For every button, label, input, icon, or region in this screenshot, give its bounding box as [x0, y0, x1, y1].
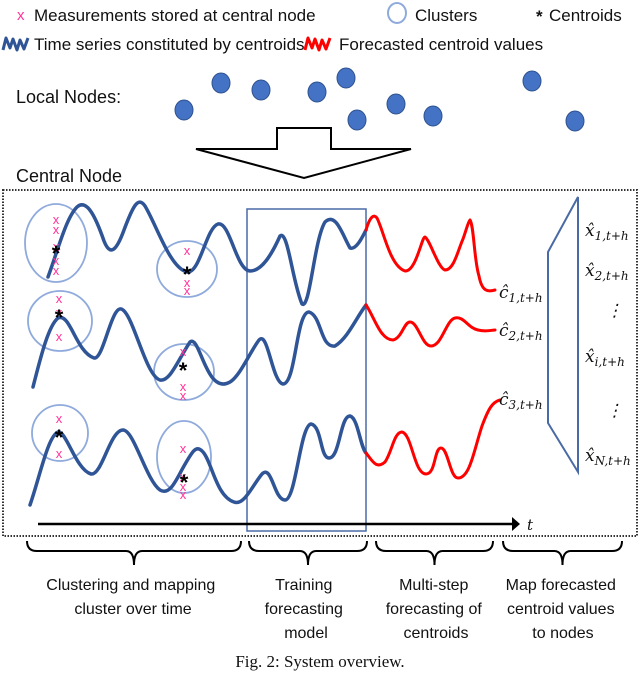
measurement-x: x	[180, 388, 187, 403]
local-node-dot	[211, 72, 231, 94]
measurement-x-icon: x	[17, 7, 25, 24]
mapping-trapezoid	[547, 196, 579, 476]
time-series	[28, 200, 368, 507]
legend-time-series-label: Time series constituted by centroids	[34, 35, 305, 54]
centroid-asterisk: *	[52, 241, 61, 266]
down-arrow-icon	[195, 127, 412, 180]
system-overview-figure: x Measurements stored at central node Cl…	[1, 2, 638, 671]
stage-label-mapping: Map forecasted centroid values to nodes	[506, 577, 621, 642]
centroid-asterisk: *	[183, 262, 192, 287]
measurement-x: x	[180, 344, 187, 359]
time-series-2	[31, 303, 368, 389]
legend-clusters-label: Clusters	[415, 6, 477, 25]
forecast-wave-icon	[303, 36, 332, 52]
legend-measurements-label: Measurements stored at central node	[34, 6, 316, 25]
node-output-2: x̂2,t+h	[585, 261, 629, 283]
measurement-x: x	[56, 291, 63, 306]
local-node-dot	[307, 81, 327, 103]
stage-labels: Clustering and mapping cluster over time…	[46, 577, 621, 642]
time-axis-label: t	[527, 516, 534, 534]
curly-brace	[502, 540, 623, 566]
centroid-asterisk: *	[180, 470, 189, 495]
node-output-i: x̂i,t+h	[585, 347, 625, 369]
stage-label-training: Training forecasting model	[265, 577, 348, 642]
central-node-label: Central Node	[16, 166, 122, 186]
local-node-dot	[174, 99, 194, 121]
measurement-x: x	[56, 329, 63, 344]
time-axis-arrowhead-icon	[512, 517, 520, 531]
curly-brace	[375, 540, 494, 566]
node-outputs: x̂1,t+h x̂2,t+h ⋮ x̂i,t+h ⋮ x̂N,t+h	[585, 221, 631, 468]
legend-centroids-label: Centroids	[549, 6, 622, 25]
forecast-2	[364, 303, 497, 348]
stage-braces	[26, 540, 623, 566]
local-node-dot	[336, 67, 356, 89]
stage-label-clustering: Clustering and mapping cluster over time	[46, 577, 219, 618]
curly-brace	[26, 540, 242, 566]
time-series-3	[28, 414, 368, 507]
series-label-3: ĉ3,t+h	[499, 390, 543, 412]
local-node-dot	[386, 93, 406, 115]
centroid-asterisk: *	[55, 425, 64, 450]
vertical-ellipsis: ⋮	[606, 301, 623, 321]
centroids: * * * * * *	[52, 241, 192, 495]
local-node-dot	[522, 70, 542, 92]
centroid-asterisk: *	[55, 305, 64, 330]
figure-caption: Fig. 2: System overview.	[235, 652, 404, 671]
centroid-asterisk-icon: *	[536, 7, 543, 26]
curly-brace	[248, 540, 368, 566]
local-node-dot	[347, 109, 367, 131]
node-output-1: x̂1,t+h	[585, 221, 629, 243]
forecast-1	[364, 214, 497, 293]
node-output-N: x̂N,t+h	[585, 446, 631, 468]
local-node-dot	[251, 79, 271, 101]
training-window-box	[246, 208, 367, 532]
local-nodes-label: Local Nodes:	[16, 87, 121, 107]
legend-forecasted-label: Forecasted centroid values	[339, 35, 543, 54]
cluster-circle-icon	[387, 2, 407, 24]
local-node-dot	[565, 110, 585, 132]
measurement-x: x	[180, 441, 187, 456]
measurement-x: x	[56, 411, 63, 426]
local-nodes	[174, 67, 585, 132]
centroid-asterisk: *	[179, 358, 188, 383]
vertical-ellipsis: ⋮	[606, 401, 623, 421]
series-labels: ĉ1,t+h ĉ2,t+h ĉ3,t+h	[499, 283, 543, 412]
time-series-wave-icon	[1, 36, 30, 52]
measurement-x: x	[184, 243, 191, 258]
series-label-2: ĉ2,t+h	[499, 321, 543, 343]
stage-label-forecasting: Multi-step forecasting of centroids	[386, 577, 487, 642]
forecasts	[364, 214, 502, 480]
measurement-x: x	[53, 222, 60, 237]
series-label-1: ĉ1,t+h	[499, 283, 543, 305]
legend: x Measurements stored at central node Cl…	[1, 2, 622, 54]
forecast-3	[364, 398, 502, 480]
local-node-dot	[423, 105, 443, 127]
